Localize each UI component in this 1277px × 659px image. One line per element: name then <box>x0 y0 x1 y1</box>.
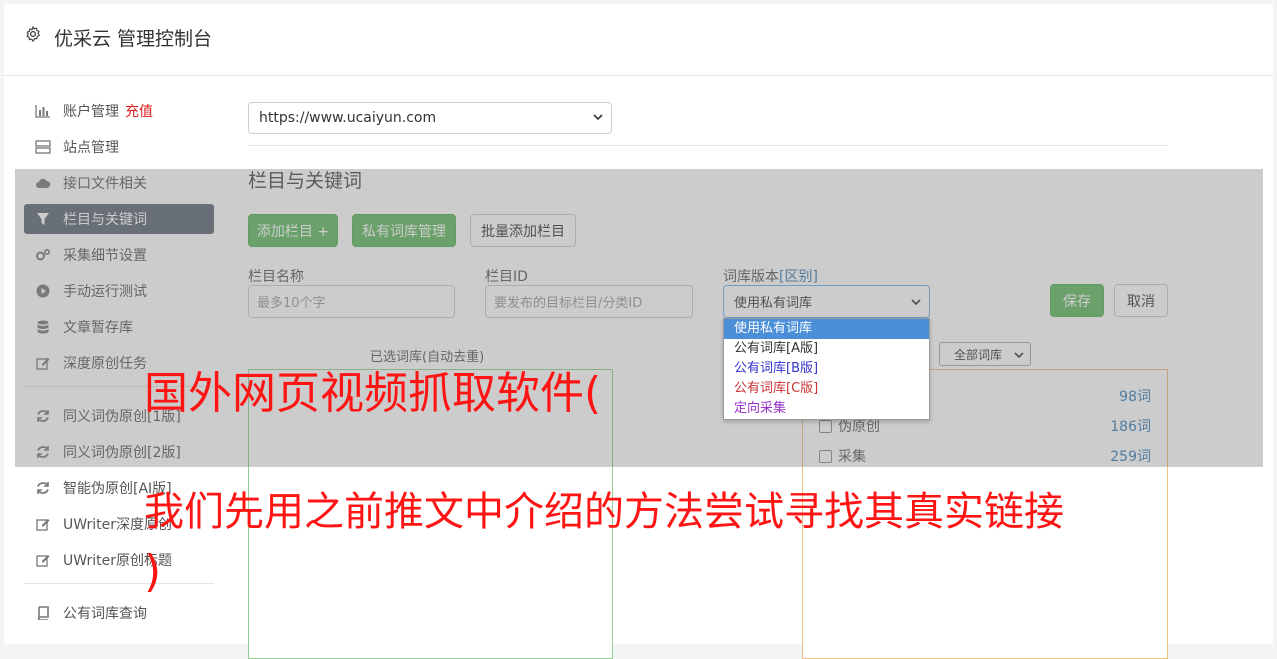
recharge-link[interactable]: 充值 <box>125 101 153 121</box>
dropdown-option-private[interactable]: 使用私有词库 <box>724 319 929 339</box>
edit-icon <box>35 516 51 532</box>
gray-overlay <box>15 169 1263 467</box>
server-icon <box>35 139 51 155</box>
sidebar-divider <box>24 583 214 584</box>
dropdown-option-public-a[interactable]: 公有词库[A版] <box>724 339 929 359</box>
sidebar-item-label: 公有词库查询 <box>63 606 147 622</box>
overlay-caption-line2: 我们先用之前推文中介绍的方法尝试寻找其真实链接 <box>144 489 1064 535</box>
sidebar-item-label: 站点管理 <box>63 140 119 156</box>
sidebar-item-label: 账户管理 <box>63 104 119 120</box>
site-select-value: https://www.ucaiyun.com <box>259 110 437 126</box>
app-title: 优采云 管理控制台 <box>54 28 213 50</box>
book-icon <box>35 605 51 621</box>
chevron-down-icon <box>593 114 603 121</box>
top-bar: 优采云 管理控制台 <box>4 4 1273 76</box>
dropdown-option-directed[interactable]: 定向采集 <box>724 399 929 419</box>
sidebar-item-public-lib[interactable]: 公有词库查询 <box>24 598 214 628</box>
overlay-caption-line1: 国外网页视频抓取软件( <box>144 368 602 419</box>
gear-icon <box>26 26 40 42</box>
divider <box>248 145 1168 146</box>
overlay-caption-line3: ) <box>144 546 162 597</box>
refresh-icon <box>35 480 51 496</box>
sidebar-item-uwriter-title[interactable]: UWriter原创标题 <box>24 545 214 575</box>
sidebar-item-sites[interactable]: 站点管理 <box>24 132 214 162</box>
dropdown-option-public-c[interactable]: 公有词库[C版] <box>724 379 929 399</box>
site-select[interactable]: https://www.ucaiyun.com <box>248 102 612 134</box>
dropdown-option-public-b[interactable]: 公有词库[B版] <box>724 359 929 379</box>
edit-icon <box>35 552 51 568</box>
lib-version-dropdown: 使用私有词库 公有词库[A版] 公有词库[B版] 公有词库[C版] 定向采集 <box>723 318 930 420</box>
bar-chart-icon <box>35 103 51 119</box>
sidebar-item-account[interactable]: 账户管理 充值 <box>24 96 214 126</box>
